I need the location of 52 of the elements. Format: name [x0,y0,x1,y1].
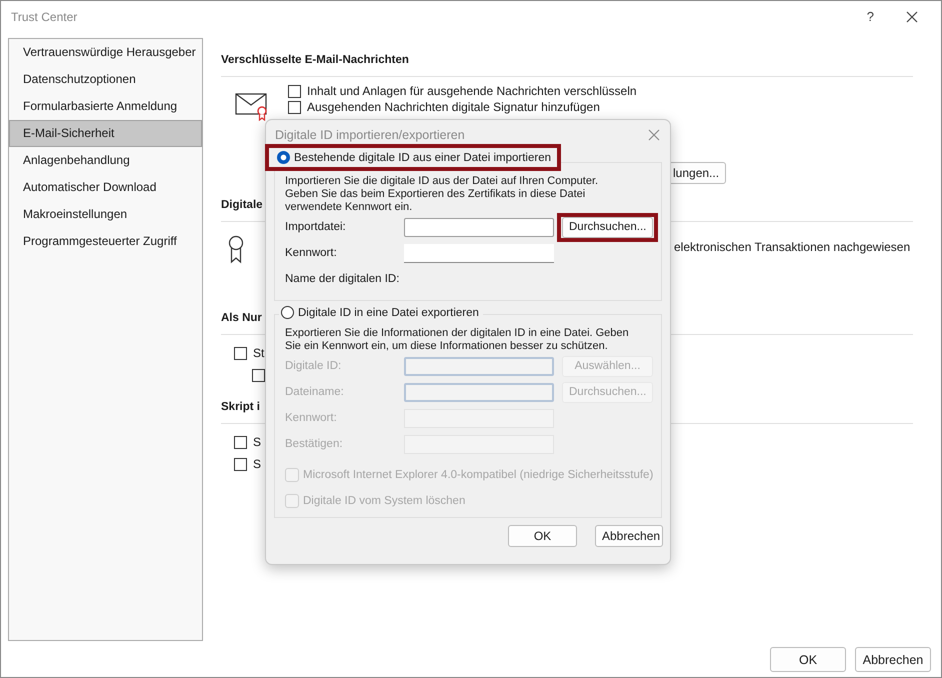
checkbox[interactable] [234,436,247,448]
sidebar-item[interactable]: Anlagenbehandlung [9,147,202,174]
checkbox[interactable] [288,100,301,114]
envelope-icon [235,91,269,121]
field-label: Kennwort: [285,412,338,424]
description-text: Exportieren Sie die Informationen der digitalen ID in eine Datei. Geben Sie ein Kennwort ein, um diese Informationen besser zu schützen. [285,327,629,353]
input-field[interactable] [404,218,554,236]
radio-button[interactable] [281,306,294,319]
checkbox-label: St [253,346,264,360]
dialog-button[interactable]: OK [770,647,846,672]
radio-button[interactable] [277,151,290,164]
checkbox-label: S [253,457,262,471]
sidebar-item[interactable]: E-Mail-Sicherheit [9,120,202,147]
checkbox[interactable] [234,458,247,470]
sidebar-item[interactable]: Makroeinstellungen [9,201,202,228]
dialog-button[interactable]: Abbrechen [595,525,663,547]
field-label: Bestätigen: [285,438,344,450]
checkbox[interactable] [288,84,301,98]
section-heading: Verschlüsselte E-Mail-Nachrichten [221,54,409,68]
field-label: Name der digitalen ID: [285,273,400,285]
checkbox-label: Microsoft Internet Explorer 4.0-kompatibel (niedrige Sicherheitsstufe) [303,469,654,481]
sidebar-item[interactable]: Formularbasierte Anmeldung [9,93,202,120]
sidebar-item[interactable]: Datenschutzoptionen [9,66,202,93]
checkbox[interactable] [234,346,247,360]
checkbox-label: Ausgehenden Nachrichten digitale Signatur hinzufügen [307,100,600,114]
radio-option[interactable]: Bestehende digitale ID aus einer Datei importieren [265,144,561,171]
sidebar-item[interactable]: Automatischer Download [9,174,202,201]
section-heading: Als Nur [221,312,262,326]
dialog-title: Digitale ID importieren/exportieren [275,128,465,142]
checkbox-label: S [253,435,262,449]
sidebar-item[interactable]: Vertrauenswürdige Herausgeber [9,39,202,66]
section-heading: Skript i [221,401,260,415]
checkbox[interactable] [252,368,265,382]
description-text: elektronischen Transaktionen nachgewiesen [674,240,910,256]
window-title: Trust Center [11,10,78,24]
checkbox-label: Inhalt und Anlagen für ausgehende Nachrichten verschlüsseln [307,84,637,98]
password-field[interactable] [404,244,554,262]
description-text: Importieren Sie die digitale ID aus der Datei auf Ihren Computer. Geben Sie das beim Exportieren des Zertifikats in diese Datei verwendete Kennwort ein. [285,175,598,214]
dialog-button[interactable]: Abbrechen [855,647,931,672]
field-label: Kennwort: [285,247,338,259]
field-label: Dateiname: [285,386,345,398]
field-label: Digitale ID: [285,360,342,372]
radio-option[interactable]: Digitale ID in eine Datei exportieren [279,306,483,319]
ribbon-icon [227,235,245,265]
sidebar-item[interactable]: Programmgesteuerter Zugriff [9,228,202,255]
close-icon[interactable] [906,10,918,22]
browse-button[interactable]: Durchsuchen... [562,216,653,238]
section-heading: Digitale [221,199,263,213]
help-button[interactable]: ? [866,9,874,24]
checkbox-label: Digitale ID vom System löschen [303,495,466,507]
dialog-button[interactable]: OK [508,525,577,547]
field-label: Importdatei: [285,221,347,233]
